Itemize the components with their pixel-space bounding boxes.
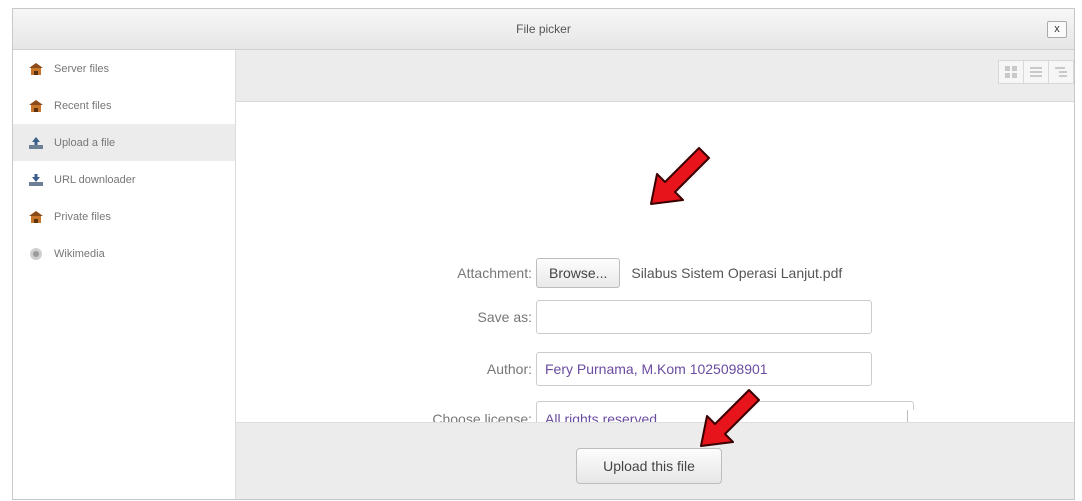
sidebar-item-label: URL downloader — [54, 173, 136, 186]
sidebar-item-recent-files[interactable]: Recent files — [13, 87, 235, 124]
repository-sidebar: Server files Recent files Upload a file … — [13, 50, 236, 499]
grid-view-icon[interactable] — [998, 60, 1024, 84]
browse-button[interactable]: Browse... — [536, 258, 621, 288]
sidebar-item-wikimedia[interactable]: Wikimedia — [13, 235, 235, 272]
upload-icon — [28, 136, 44, 150]
view-toolbar — [236, 50, 1074, 102]
tree-view-icon[interactable] — [1048, 60, 1074, 84]
author-row: Author: — [236, 352, 872, 386]
attachment-row: Attachment: Browse... Silabus Sistem Ope… — [236, 258, 842, 288]
form-footer: Upload this file — [236, 422, 1074, 499]
sidebar-item-upload-a-file[interactable]: Upload a file — [13, 124, 235, 161]
sidebar-item-label: Server files — [54, 62, 110, 75]
sidebar-item-server-files[interactable]: Server files — [13, 50, 235, 87]
attachment-label: Attachment: — [457, 265, 532, 281]
sidebar-item-private-files[interactable]: Private files — [13, 198, 235, 235]
download-icon — [28, 173, 44, 187]
sidebar-item-label: Recent files — [54, 99, 112, 112]
saveas-label: Save as: — [477, 309, 532, 325]
sidebar-item-label: Wikimedia — [54, 247, 105, 260]
main-panel: Attachment: Browse... Silabus Sistem Ope… — [236, 50, 1074, 499]
annotation-arrow-upload-icon — [700, 389, 760, 447]
list-view-icon[interactable] — [1023, 60, 1049, 84]
sidebar-item-label: Upload a file — [54, 136, 116, 149]
dialog-title: File picker — [516, 22, 571, 36]
selected-filename: Silabus Sistem Operasi Lanjut.pdf — [631, 265, 843, 281]
folder-home-icon — [28, 210, 44, 224]
folder-home-icon — [28, 99, 44, 113]
saveas-input[interactable] — [536, 300, 872, 334]
sidebar-item-url-downloader[interactable]: URL downloader — [13, 161, 235, 198]
saveas-row: Save as: — [236, 300, 872, 334]
dialog-titlebar: File picker x — [13, 9, 1074, 50]
close-button[interactable]: x — [1047, 21, 1067, 38]
author-label: Author: — [486, 361, 532, 377]
file-picker-dialog: File picker x Server files Recent files … — [12, 8, 1075, 500]
folder-home-icon — [28, 62, 44, 76]
wikimedia-icon — [28, 247, 44, 261]
view-switcher — [998, 60, 1074, 84]
author-input[interactable] — [536, 352, 872, 386]
sidebar-item-label: Private files — [54, 210, 111, 223]
annotation-arrow-browse-icon — [650, 147, 710, 205]
